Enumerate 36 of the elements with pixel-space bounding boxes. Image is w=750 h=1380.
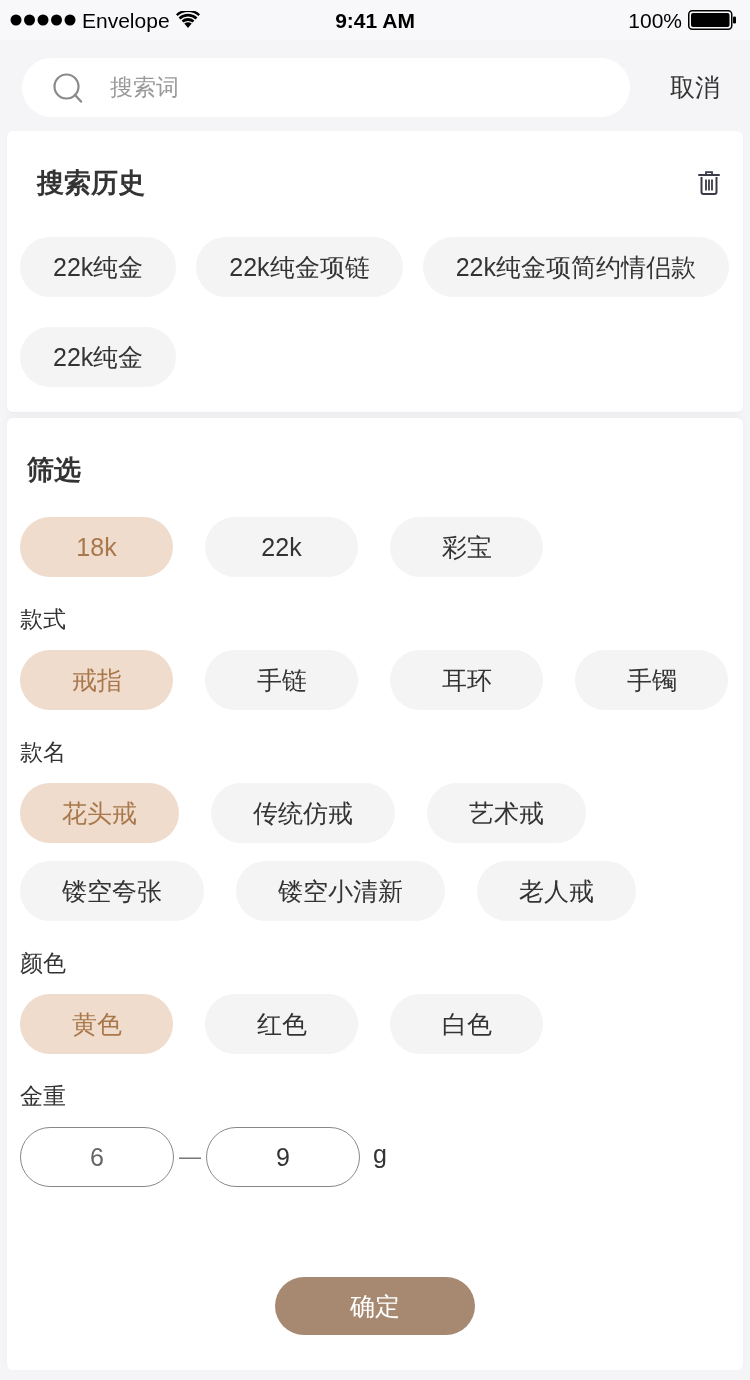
filter-group-label: 颜色 [20, 949, 66, 978]
filter-group-label: 款名 [20, 738, 66, 767]
battery-icon [688, 10, 736, 30]
history-chip[interactable]: 22k纯金 [20, 327, 177, 387]
max-weight-field[interactable]: 9 [206, 1127, 360, 1187]
history-chip[interactable]: 22k纯金项简约情侣款 [422, 237, 729, 297]
carrier-name: Envelope [82, 9, 170, 31]
history-chip[interactable]: 22k纯金 [20, 237, 177, 297]
filter-chip[interactable]: 镂空夸张 [20, 861, 204, 921]
cancel-button[interactable]: 取消 [670, 75, 720, 100]
search-field[interactable]: 搜索词 [22, 58, 630, 117]
filter-group-label: 款式 [20, 605, 66, 634]
filter-chip[interactable]: 传统仿戒 [211, 783, 395, 843]
range-separator: — [178, 1146, 202, 1168]
filter-chip[interactable]: 手镯 [575, 650, 728, 710]
filter-chip[interactable]: 22k [205, 517, 358, 577]
history-chip[interactable]: 22k纯金项链 [196, 237, 403, 297]
filter-title: 筛选 [27, 454, 81, 487]
filter-chip[interactable]: 艺术戒 [427, 783, 586, 843]
status-time: 9:41 AM [335, 9, 415, 31]
filter-chip[interactable]: 红色 [205, 994, 358, 1054]
filter-chip[interactable]: 耳环 [390, 650, 543, 710]
filter-chip[interactable]: 彩宝 [390, 517, 543, 577]
min-weight-field[interactable]: 6 [20, 1127, 174, 1187]
history-title: 搜索历史 [37, 167, 145, 200]
filter-chip[interactable]: 老人戒 [477, 861, 636, 921]
search-icon [53, 73, 83, 103]
filter-chip[interactable]: 镂空小清新 [236, 861, 445, 921]
battery-percentage: 100% [628, 9, 682, 31]
filter-group-label: 金重 [20, 1082, 66, 1111]
filter-chip[interactable]: 手链 [205, 650, 358, 710]
wifi-icon [175, 11, 200, 29]
weight-unit: g [373, 1141, 387, 1167]
filter-chip[interactable]: 白色 [390, 994, 543, 1054]
trash-icon[interactable] [698, 171, 720, 195]
signal-strength-icon [10, 14, 76, 26]
